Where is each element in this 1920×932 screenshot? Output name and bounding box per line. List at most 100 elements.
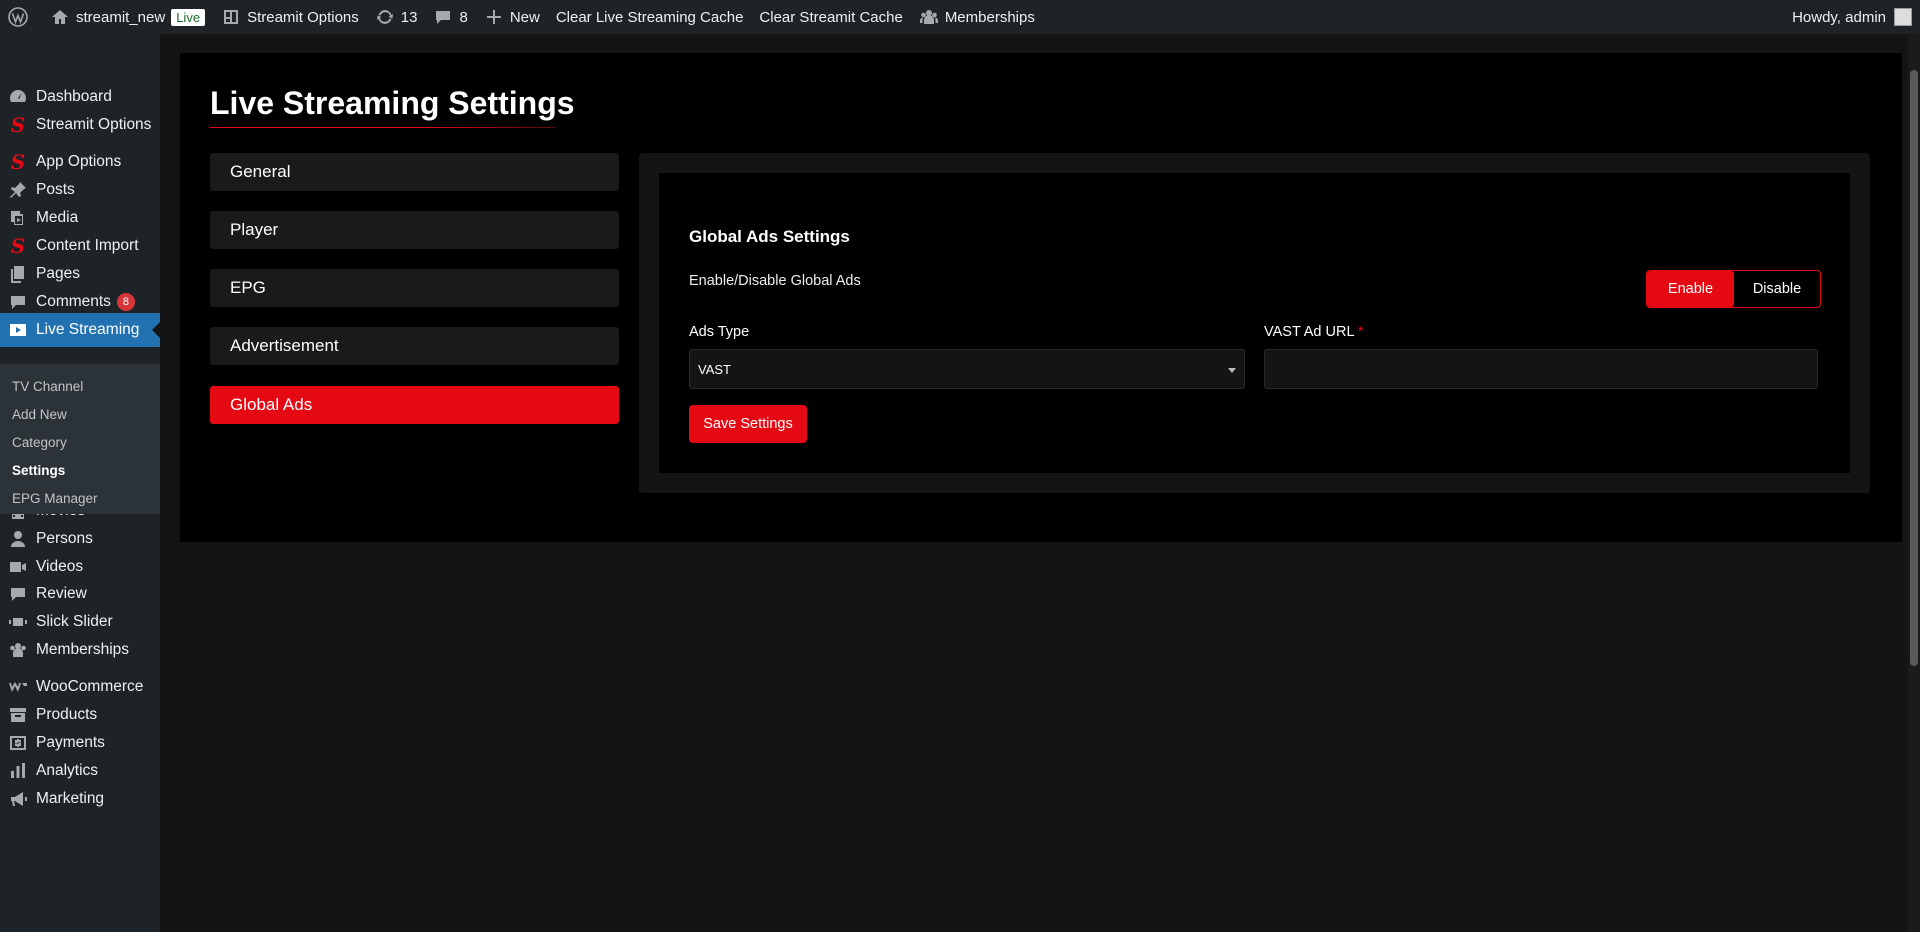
wp-logo-button[interactable]: [0, 0, 42, 34]
home-icon: [52, 10, 68, 24]
new-label: New: [509, 8, 540, 26]
site-name-link[interactable]: streamit_new: [42, 0, 173, 34]
sidebar-item-label: Content Import: [36, 237, 139, 254]
plus-icon: [486, 10, 501, 24]
sidebar-item-label: Review: [36, 585, 87, 602]
streamit-logo-icon: S: [10, 150, 26, 174]
update-icon: [376, 10, 393, 24]
updates-count: 13: [400, 8, 418, 26]
pin-icon: [10, 182, 26, 198]
ads-type-label: Ads Type: [689, 324, 750, 340]
streamit-logo-icon: S: [10, 234, 26, 258]
title-underline: [210, 127, 555, 128]
clear-live-cache-label: Clear Live Streaming Cache: [555, 8, 744, 26]
account-menu[interactable]: Howdy, admin: [1792, 8, 1920, 26]
required-marker: *: [1358, 324, 1364, 340]
updates-link[interactable]: 13: [367, 0, 426, 34]
memberships-label: Memberships: [944, 8, 1035, 26]
tab-epg[interactable]: EPG: [210, 269, 619, 307]
comment-icon: [11, 296, 25, 309]
comments-count-badge: 8: [116, 293, 135, 311]
settings-card-body: Global Ads Settings Enable/Disable Globa…: [659, 173, 1850, 473]
play-icon: [10, 324, 26, 336]
sidebar-item-label: Posts: [36, 181, 75, 198]
sidebar-item-label: Payments: [36, 734, 105, 751]
groups-icon: [10, 643, 26, 657]
scroll-thumb[interactable]: [1910, 70, 1918, 666]
sidebar-item-label: Analytics: [36, 762, 99, 779]
live-badge: Live: [171, 8, 206, 26]
clear-streamit-cache-label: Clear Streamit Cache: [759, 8, 903, 26]
live-streaming-submenu: TV Channel Add New Category Settings EPG…: [0, 364, 160, 514]
page-title: Live Streaming Settings: [210, 85, 575, 121]
sidebar-item-marketing[interactable]: Marketing: [0, 782, 160, 816]
dashboard-icon: [9, 90, 27, 102]
sidebar-item-label: Dashboard: [36, 88, 112, 105]
sidebar-item-label: Comments: [36, 293, 111, 310]
sidebar-item-label: Memberships: [36, 641, 130, 658]
groups-icon: [919, 10, 938, 24]
wordpress-icon: [8, 7, 28, 27]
megaphone-icon: [11, 792, 27, 806]
submenu-tv-channel[interactable]: TV Channel: [12, 379, 83, 394]
sidebar-item-label: Products: [36, 706, 98, 723]
page-scrollbar[interactable]: [1908, 34, 1920, 932]
save-settings-button[interactable]: Save Settings: [689, 405, 807, 443]
sidebar-item-streamit-options[interactable]: S Streamit Options: [0, 108, 160, 142]
comment-icon: [436, 11, 451, 24]
submenu-category[interactable]: Category: [12, 435, 67, 450]
clear-live-cache-link[interactable]: Clear Live Streaming Cache: [548, 0, 752, 34]
sidebar-item-live-streaming[interactable]: Live Streaming: [0, 313, 160, 347]
sidebar-item-label: Videos: [36, 558, 84, 575]
sidebar-item-label: WooCommerce: [36, 678, 144, 695]
live-badge-link[interactable]: Live: [171, 0, 213, 34]
media-icon: [11, 211, 23, 225]
settings-panel: Live Streaming Settings General Player E…: [180, 53, 1902, 542]
global-ads-toggle: Enable Disable: [1646, 270, 1821, 308]
tab-general[interactable]: General: [210, 153, 619, 191]
section-title: Global Ads Settings: [689, 227, 850, 246]
streamit-options-label: Streamit Options: [247, 8, 359, 26]
tab-global-ads[interactable]: Global Ads: [210, 386, 619, 424]
sidebar-item-memberships[interactable]: Memberships: [0, 633, 160, 667]
caret-down-icon: [1228, 368, 1236, 377]
enable-global-ads-label: Enable/Disable Global Ads: [689, 273, 861, 289]
sidebar-item-label: Slick Slider: [36, 613, 113, 630]
comments-link[interactable]: 8: [425, 0, 475, 34]
vast-ad-url-input[interactable]: [1264, 349, 1818, 389]
new-content-link[interactable]: New: [476, 0, 548, 34]
settings-card: Global Ads Settings Enable/Disable Globa…: [639, 153, 1870, 493]
submenu-add-new[interactable]: Add New: [12, 407, 67, 422]
site-name: streamit_new: [76, 8, 166, 26]
woo-icon: [9, 682, 27, 692]
layout-icon: [224, 10, 239, 24]
sidebar-item-label: Streamit Options: [36, 116, 152, 133]
ads-type-value: VAST: [698, 361, 731, 377]
comment-icon: [11, 588, 25, 601]
streamit-logo-icon: S: [10, 113, 26, 137]
howdy-label: Howdy, admin: [1792, 8, 1886, 26]
avatar: [1894, 8, 1912, 26]
streamit-options-link[interactable]: Streamit Options: [213, 0, 367, 34]
vast-label-text: VAST Ad URL: [1264, 324, 1354, 340]
admin-bar: streamit_new Live Streamit Options 13 8 …: [0, 0, 1920, 34]
enable-option[interactable]: Enable: [1647, 271, 1734, 307]
video-icon: [10, 562, 26, 572]
sidebar-item-label: Persons: [36, 530, 93, 547]
submenu-epg-manager[interactable]: EPG Manager: [12, 491, 98, 506]
tab-advertisement[interactable]: Advertisement: [210, 327, 619, 365]
pages-icon: [11, 266, 24, 283]
sidebar-item-label: Live Streaming: [36, 321, 140, 338]
tab-player[interactable]: Player: [210, 211, 619, 249]
chart-icon: [11, 763, 25, 778]
sidebar-item-label: Pages: [36, 265, 80, 282]
clear-streamit-cache-link[interactable]: Clear Streamit Cache: [751, 0, 910, 34]
disable-option[interactable]: Disable: [1734, 271, 1820, 307]
archive-icon: [10, 708, 26, 722]
sidebar-item-label: Media: [36, 209, 79, 226]
memberships-link[interactable]: Memberships: [911, 0, 1043, 34]
dollar-icon: [10, 736, 26, 750]
submenu-settings[interactable]: Settings: [12, 463, 65, 478]
ads-type-select[interactable]: VAST: [689, 349, 1245, 389]
admin-sidebar: Dashboard S Streamit Options S App Options Po…: [0, 34, 160, 932]
